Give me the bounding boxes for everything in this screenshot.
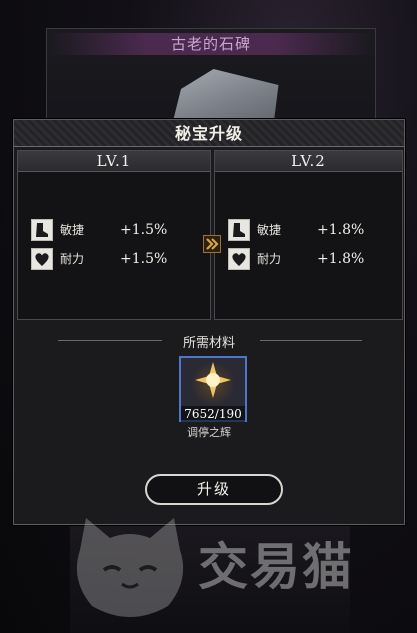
stat-row-agility: 敏捷 +1.5%: [31, 219, 201, 241]
next-level-panel: LV.2 敏捷 +1.8% 耐力 +1.8%: [214, 150, 403, 320]
material-name: 调停之辉: [187, 426, 231, 439]
heart-icon: [31, 248, 53, 270]
boot-icon: [31, 219, 53, 241]
material-count: 7652/190: [181, 406, 245, 422]
background-item-title: 古老的石碑: [47, 33, 375, 55]
stat-value: +1.5%: [120, 222, 168, 238]
materials-label: 所需材料: [182, 336, 235, 351]
dialog-title: 秘宝升级: [174, 124, 243, 143]
dialog-header: 秘宝升级: [14, 120, 404, 147]
divider-right: [260, 340, 362, 341]
stat-value: +1.8%: [317, 222, 365, 238]
watermark-text: 交易猫: [198, 538, 354, 596]
heart-icon: [228, 248, 250, 270]
stat-row-stamina: 耐力 +1.8%: [228, 248, 398, 270]
stat-value: +1.5%: [120, 251, 168, 267]
stat-row-stamina: 耐力 +1.5%: [31, 248, 201, 270]
stat-name: 敏捷: [60, 223, 85, 237]
stat-value: +1.8%: [317, 251, 365, 267]
sun-gem-icon: [195, 362, 231, 398]
stat-name: 敏捷: [257, 223, 282, 237]
double-chevron-right-icon: [203, 235, 221, 253]
cat-logo-icon: [76, 518, 184, 617]
stat-name: 耐力: [257, 252, 282, 266]
upgrade-button[interactable]: 升级: [145, 474, 283, 505]
next-level-label: LV.2: [215, 151, 402, 172]
current-level-label: LV.1: [18, 151, 210, 172]
stat-row-agility: 敏捷 +1.8%: [228, 219, 398, 241]
stat-name: 耐力: [60, 252, 85, 266]
upgrade-dialog: 秘宝升级 LV.1 敏捷 +1.5% 耐力 +1.5% LV.2 敏捷 +1.8…: [13, 119, 405, 525]
current-level-panel: LV.1 敏捷 +1.5% 耐力 +1.5%: [17, 150, 211, 320]
boot-icon: [228, 219, 250, 241]
